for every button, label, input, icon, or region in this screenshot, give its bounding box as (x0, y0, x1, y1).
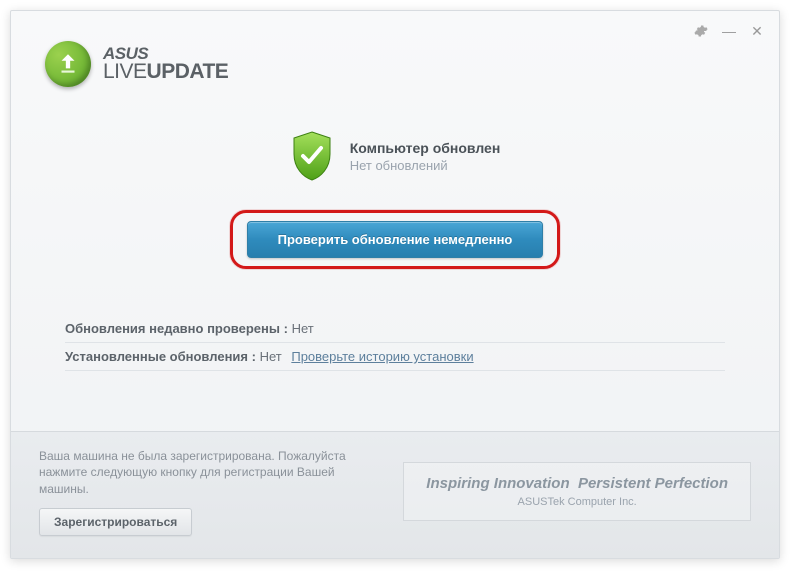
info-recent-line: Обновления недавно проверены : Нет (65, 315, 725, 343)
registration-text: Ваша машина не была зарегистрирована. По… (39, 448, 369, 498)
history-link[interactable]: Проверьте историю установки (291, 349, 473, 364)
header: ASUS LIVEUPDATE (11, 11, 779, 95)
slogan-box: Inspiring Innovation Persistent Perfecti… (403, 462, 751, 521)
registration-box: Ваша машина не была зарегистрирована. По… (39, 448, 369, 536)
status-subtitle: Нет обновлений (350, 158, 501, 173)
footer: Ваша машина не была зарегистрирована. По… (11, 431, 779, 558)
brand-liveupdate: LIVEUPDATE (103, 62, 228, 82)
status-text: Компьютер обновлен Нет обновлений (350, 140, 501, 173)
status-row: Компьютер обновлен Нет обновлений (290, 130, 501, 182)
shield-icon (290, 130, 334, 182)
slogan-sub: ASUSTek Computer Inc. (426, 496, 728, 508)
brand-text: ASUS LIVEUPDATE (103, 46, 228, 82)
minimize-button[interactable]: — (721, 23, 737, 39)
status-title: Компьютер обновлен (350, 140, 501, 156)
info-installed-value: Нет (260, 349, 282, 364)
info-block: Обновления недавно проверены : Нет Устан… (65, 315, 725, 371)
slogan-main: Inspiring Innovation Persistent Perfecti… (426, 475, 728, 492)
close-button[interactable]: ✕ (749, 23, 765, 39)
info-installed-label: Установленные обновления : (65, 349, 256, 364)
info-recent-value: Нет (292, 321, 314, 336)
info-recent-label: Обновления недавно проверены : (65, 321, 288, 336)
window-controls: — ✕ (693, 23, 765, 39)
logo-icon (45, 41, 91, 87)
register-button[interactable]: Зарегистрироваться (39, 508, 192, 536)
highlight-annotation: Проверить обновление немедленно (230, 210, 561, 269)
check-updates-button[interactable]: Проверить обновление немедленно (247, 221, 544, 258)
gear-icon[interactable] (693, 23, 709, 39)
app-window: — ✕ ASUS LIVEUPDATE Компь (10, 10, 780, 559)
main-area: Компьютер обновлен Нет обновлений Провер… (11, 95, 779, 279)
info-installed-line: Установленные обновления : Нет Проверьте… (65, 343, 725, 371)
